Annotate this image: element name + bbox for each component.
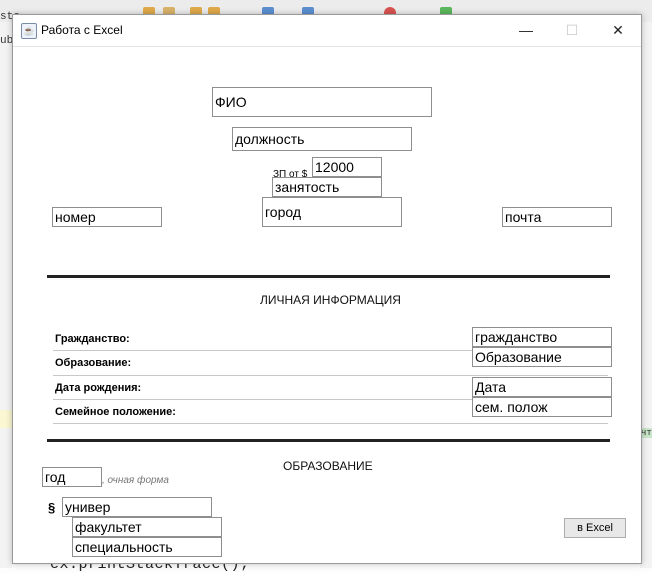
ide-left-panel — [0, 22, 12, 568]
citizenship-field[interactable]: гражданство — [472, 327, 612, 347]
title-bar[interactable]: ☕ Работа с Excel — ☐ ✕ — [13, 15, 641, 47]
citizenship-label: Гражданство: — [55, 333, 130, 345]
section-divider — [47, 275, 610, 278]
row-divider — [53, 375, 608, 376]
study-form-label: , очная форма — [102, 475, 169, 486]
birth-date-label: Дата рождения: — [55, 382, 142, 394]
education-heading: ОБРАЗОВАНИЕ — [283, 459, 373, 473]
position-field[interactable]: должность — [232, 127, 412, 151]
faculty-field[interactable]: факультет — [72, 517, 222, 537]
section-divider — [47, 439, 610, 442]
salary-field[interactable]: 12000 — [312, 157, 382, 177]
education-field[interactable]: Образование — [472, 347, 612, 367]
fio-field[interactable]: ФИО — [212, 87, 432, 117]
number-field[interactable]: номер — [52, 207, 162, 227]
marital-label: Семейное положение: — [55, 406, 176, 418]
export-excel-button[interactable]: в Excel — [564, 518, 626, 538]
birth-date-field[interactable]: Дата — [472, 377, 612, 397]
window-title: Работа с Excel — [41, 23, 123, 37]
specialty-field[interactable]: специальность — [72, 537, 222, 557]
employment-field[interactable]: занятость — [272, 177, 382, 197]
minimize-icon: — — [519, 22, 533, 38]
city-field[interactable]: город — [262, 197, 402, 227]
form-content: ФИО должность ЗП от $ 12000 занятость го… — [13, 47, 641, 563]
personal-info-heading: ЛИЧНАЯ ИНФОРМАЦИЯ — [260, 293, 401, 307]
marital-field[interactable]: сем. полож — [472, 397, 612, 417]
email-field[interactable]: почта — [502, 207, 612, 227]
year-field[interactable]: год — [42, 467, 102, 487]
close-button[interactable]: ✕ — [595, 15, 641, 46]
ide-line-highlight — [0, 410, 12, 428]
maximize-icon: ☐ — [565, 22, 579, 38]
excel-window: ☕ Работа с Excel — ☐ ✕ ФИО должность ЗП … — [12, 14, 642, 564]
university-field[interactable]: универ — [62, 497, 212, 517]
maximize-button: ☐ — [549, 15, 595, 46]
paragraph-mark: § — [48, 500, 56, 515]
row-divider — [53, 423, 608, 424]
education-label: Образование: — [55, 357, 132, 369]
ide-text-fragment: чт — [641, 428, 652, 438]
close-icon: ✕ — [612, 22, 624, 38]
java-app-icon: ☕ — [21, 23, 37, 39]
minimize-button[interactable]: — — [503, 15, 549, 46]
